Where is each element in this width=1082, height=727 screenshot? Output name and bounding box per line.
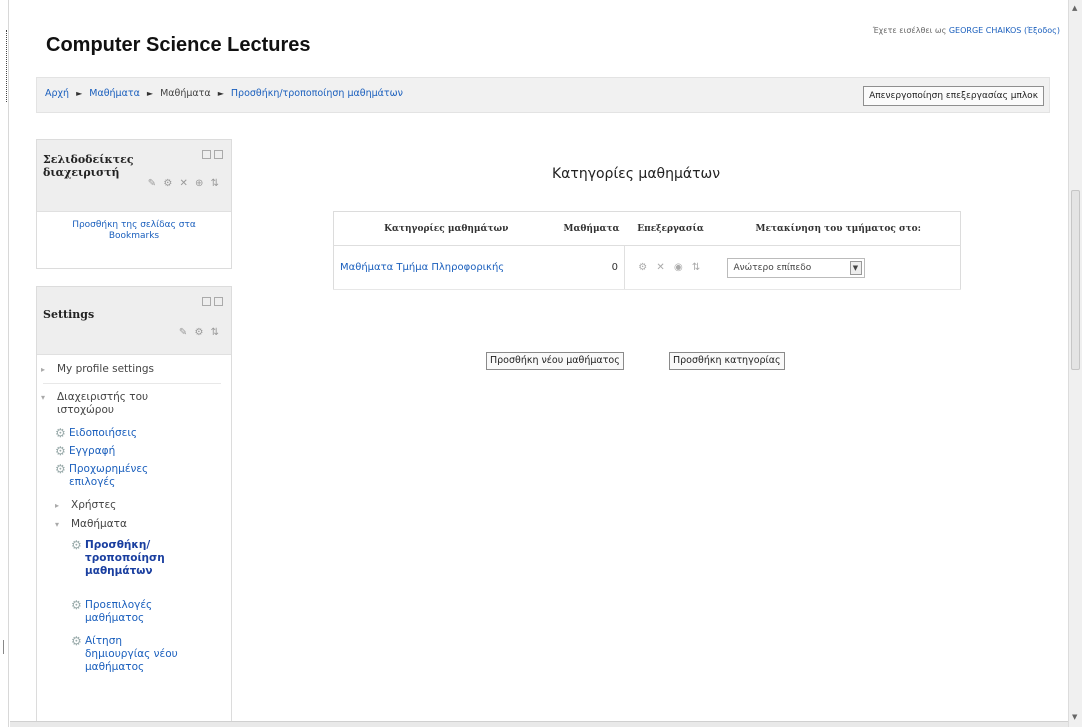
breadcrumb-courses-current: Μαθήματα <box>160 88 211 99</box>
divider <box>43 383 221 384</box>
add-new-course-button[interactable]: Προσθήκη νέου μαθήματος <box>486 352 624 370</box>
navbar: Αρχή ► Μαθήματα ► Μαθήματα ► Προσθήκη/τρ… <box>36 77 1050 113</box>
site-title: Computer Science Lectures <box>46 34 311 56</box>
collapse-block-icon[interactable] <box>202 150 211 159</box>
login-prefix: Έχετε εισέλθει ως <box>872 26 947 35</box>
left-window-edge <box>0 0 9 727</box>
tree-item-my-profile[interactable]: ▸ My profile settings <box>41 363 154 376</box>
course-count: 0 <box>558 245 625 290</box>
block-title: Σελιδοδείκτες διαχειριστή <box>43 153 134 179</box>
login-info: Έχετε εισέλθει ως GEORGE CHAIKOS (Έξοδος… <box>873 26 1060 35</box>
tree-item-label: Μαθήματα <box>71 518 127 530</box>
edge-tick-marker <box>3 640 7 654</box>
expand-arrow-icon[interactable]: ▸ <box>55 499 67 512</box>
table-header-row: Κατηγορίες μαθημάτων Μαθήματα Επεξεργασί… <box>333 211 961 246</box>
column-header-courses: Μαθήματα <box>558 211 625 246</box>
tree-item-registration[interactable]: ⚙ Εγγραφή <box>55 445 115 458</box>
course-categories-table: Κατηγορίες μαθημάτων Μαθήματα Επεξεργασί… <box>333 211 961 290</box>
bookmark-page-link[interactable]: Προσθήκη της σελίδας στα Bookmarks <box>37 212 231 250</box>
dock-block-icon[interactable] <box>214 150 223 159</box>
expand-arrow-icon[interactable]: ▸ <box>41 363 53 376</box>
scroll-down-arrow-icon[interactable]: ▼ <box>1072 713 1077 721</box>
block-header: Settings ✎ ⚙ ⇅ <box>37 287 231 355</box>
gear-icon: ⚙ <box>71 598 82 612</box>
horizontal-scrollbar[interactable] <box>10 721 1068 727</box>
block-header: Σελιδοδείκτες διαχειριστή ✎ ⚙ ✕ ⊕ ⇅ <box>37 140 231 212</box>
edge-dotted-marker <box>6 30 7 102</box>
tree-item-label[interactable]: Προχωρημένες επιλογές <box>69 463 179 489</box>
tree-item-label[interactable]: Ειδοποιήσεις <box>69 427 137 440</box>
block-edit-icons[interactable]: ✎ ⚙ ✕ ⊕ ⇅ <box>148 178 221 189</box>
tree-item-label: Χρήστες <box>71 499 117 511</box>
settings-block: Settings ✎ ⚙ ⇅ ▸ My profile settings ▾ Δ… <box>36 286 232 727</box>
logout-link[interactable]: (Έξοδος) <box>1024 26 1060 35</box>
tree-item-courses[interactable]: ▾ Μαθήματα <box>55 518 127 531</box>
column-header-categories: Κατηγορίες μαθημάτων <box>333 211 559 246</box>
tree-item-course-request[interactable]: ⚙ Αίτηση δημιουργίας νέου μαθήματος <box>71 635 185 674</box>
collapse-arrow-icon[interactable]: ▾ <box>41 391 53 404</box>
gear-icon: ⚙ <box>55 444 66 458</box>
tree-item-label[interactable]: Αίτηση δημιουργίας νέου μαθήματος <box>85 635 185 674</box>
block-edit-icons[interactable]: ✎ ⚙ ⇅ <box>179 327 221 338</box>
gear-icon: ⚙ <box>55 462 66 476</box>
gear-icon: ⚙ <box>55 426 66 440</box>
move-category-select[interactable]: Ανώτερο επίπεδο ▼ <box>726 257 865 278</box>
breadcrumb-courses[interactable]: Μαθήματα <box>89 88 140 99</box>
category-edit-icons[interactable]: ⚙ ✕ ◉ ⇅ <box>624 245 717 290</box>
table-row: Μαθήματα Τμήμα Πληροφορικής 0 ⚙ ✕ ◉ ⇅ Αν… <box>333 245 961 290</box>
block-controls <box>199 150 223 161</box>
category-link[interactable]: Μαθήματα Τμήμα Πληροφορικής <box>340 262 504 273</box>
turn-editing-off-button[interactable]: Απενεργοποίηση επεξεργασίας μπλοκ <box>863 86 1044 106</box>
dock-block-icon[interactable] <box>214 297 223 306</box>
tree-item-notifications[interactable]: ⚙ Ειδοποιήσεις <box>55 427 137 440</box>
tree-item-manage-courses[interactable]: ⚙ Προσθήκη/τροποποίηση μαθημάτων <box>71 538 165 578</box>
tree-item-label[interactable]: Προεπιλογές μαθήματος <box>85 599 165 625</box>
column-header-move: Μετακίνηση του τμήματος στο: <box>716 211 961 246</box>
admin-bookmarks-block: Σελιδοδείκτες διαχειριστή ✎ ⚙ ✕ ⊕ ⇅ Προσ… <box>36 139 232 269</box>
block-title: Settings <box>43 308 95 321</box>
select-value: Ανώτερο επίπεδο <box>733 262 812 273</box>
breadcrumb: Αρχή ► Μαθήματα ► Μαθήματα ► Προσθήκη/τρ… <box>45 88 403 99</box>
column-header-edit: Επεξεργασία <box>624 211 717 246</box>
gear-icon: ⚙ <box>71 634 82 648</box>
add-category-button[interactable]: Προσθήκη κατηγορίας <box>669 352 785 370</box>
category-cell: Μαθήματα Τμήμα Πληροφορικής <box>333 245 559 290</box>
tree-item-advanced-features[interactable]: ⚙ Προχωρημένες επιλογές <box>55 463 179 489</box>
breadcrumb-separator-icon: ► <box>146 89 154 98</box>
tree-item-label: Διαχειριστής του ιστοχώρου <box>57 391 149 416</box>
block-controls <box>199 297 223 308</box>
collapse-arrow-icon[interactable]: ▾ <box>55 518 67 531</box>
tree-item-label-current[interactable]: Προσθήκη/τροποποίηση μαθημάτων <box>85 539 165 578</box>
breadcrumb-home[interactable]: Αρχή <box>45 88 69 99</box>
tree-item-site-admin[interactable]: ▾ Διαχειριστής του ιστοχώρου <box>41 391 167 417</box>
move-cell: Ανώτερο επίπεδο ▼ <box>716 245 961 290</box>
dropdown-arrow-icon[interactable]: ▼ <box>849 260 862 275</box>
user-profile-link[interactable]: GEORGE CHAIKOS <box>949 26 1022 35</box>
tree-item-course-defaults[interactable]: ⚙ Προεπιλογές μαθήματος <box>71 599 165 625</box>
tree-item-users[interactable]: ▸ Χρήστες <box>55 499 116 512</box>
tree-item-label: My profile settings <box>57 363 154 375</box>
breadcrumb-manage-courses[interactable]: Προσθήκη/τροποποίηση μαθημάτων <box>231 88 403 99</box>
collapse-block-icon[interactable] <box>202 297 211 306</box>
tree-item-label[interactable]: Εγγραφή <box>69 445 115 458</box>
gear-icon: ⚙ <box>71 538 82 552</box>
breadcrumb-separator-icon: ► <box>76 89 83 98</box>
vertical-scrollbar[interactable]: ▲ ▼ <box>1068 0 1082 727</box>
scroll-up-arrow-icon[interactable]: ▲ <box>1072 4 1077 12</box>
page-heading: Κατηγορίες μαθημάτων <box>552 166 721 182</box>
breadcrumb-separator-icon: ► <box>217 89 224 98</box>
scrollbar-thumb[interactable] <box>1071 190 1080 370</box>
settings-tree: ▸ My profile settings ▾ Διαχειριστής του… <box>37 355 231 673</box>
